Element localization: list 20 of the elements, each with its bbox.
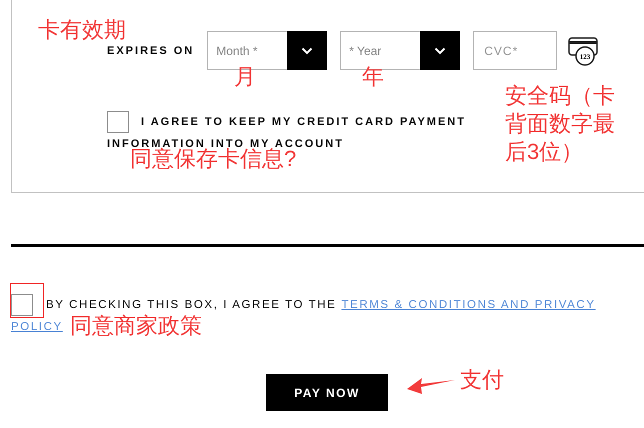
cvc-field[interactable]: CVC* xyxy=(473,31,558,70)
terms-link[interactable]: POLICY xyxy=(11,316,63,338)
checkbox[interactable] xyxy=(11,294,33,316)
terms-text: BY CHECKING THIS BOX, I AGREE TO THE xyxy=(46,298,336,313)
annotation-text: 安全码（卡背面数字最后3位） xyxy=(505,82,616,166)
checkbox[interactable] xyxy=(107,111,129,133)
arrow-icon xyxy=(406,376,456,396)
annotation-text: 支付 xyxy=(460,366,504,394)
terms-link[interactable]: TERMS & CONDITIONS AND PRIVACY xyxy=(341,294,596,316)
annotation-text: 同意保存卡信息? xyxy=(130,146,296,173)
annotation-text: 同意商家政策 xyxy=(70,312,202,340)
expires-label: EXPIRES ON xyxy=(107,44,194,56)
chevron-down-icon xyxy=(434,46,446,54)
dropdown-button[interactable] xyxy=(287,31,328,70)
save-card-label: I AGREE TO KEEP MY CREDIT CARD PAYMENT xyxy=(141,115,466,130)
dropdown-button[interactable] xyxy=(420,31,460,70)
highlight-frame xyxy=(10,283,44,318)
chevron-down-icon xyxy=(301,46,314,54)
annotation-text: 卡有效期 xyxy=(38,16,126,44)
pay-now-button[interactable]: PAY NOW xyxy=(266,374,388,411)
